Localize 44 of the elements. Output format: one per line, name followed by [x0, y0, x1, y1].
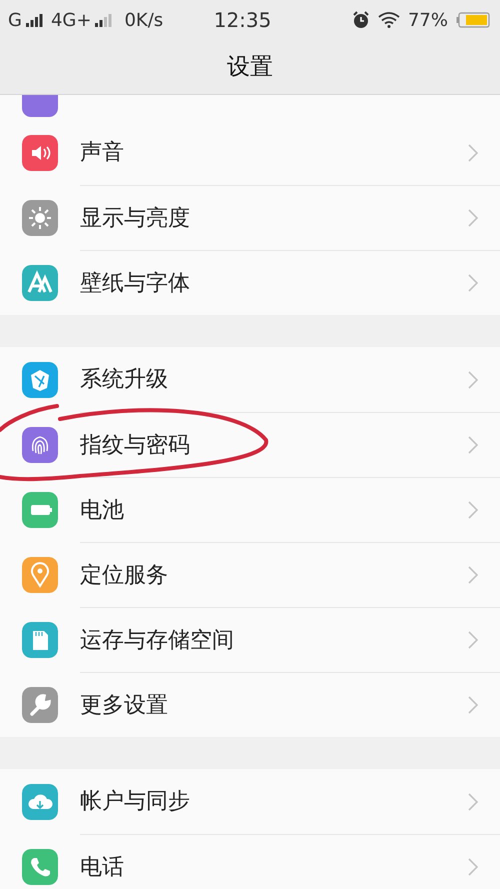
item-label: 帐户与同步 — [80, 788, 190, 816]
chevron-icon — [468, 436, 478, 454]
chevron-icon — [468, 696, 478, 714]
alarm-icon — [352, 11, 370, 29]
battery-icon — [456, 12, 490, 28]
item-label: 更多设置 — [80, 692, 168, 720]
carrier-text: G — [8, 8, 22, 32]
clock-text: 12:35 — [212, 7, 272, 34]
settings-item[interactable]: 壁纸与字体 — [0, 250, 500, 315]
item-label: 定位服务 — [80, 562, 168, 590]
chevron-icon — [468, 858, 478, 876]
item-label: 电池 — [80, 496, 124, 524]
speed-text: 0K/s — [124, 8, 164, 32]
battery-text: 77% — [408, 8, 448, 32]
page-title: 设置 — [227, 52, 273, 82]
item-label: 声音 — [80, 139, 124, 167]
chevron-icon — [468, 144, 478, 162]
settings-item[interactable]: 电话 — [0, 834, 500, 889]
signal-icon — [26, 13, 43, 27]
settings-item[interactable]: 帐户与同步 — [0, 769, 500, 834]
settings-item[interactable]: 指纹与密码 — [0, 412, 500, 477]
settings-item[interactable]: 更多设置 — [0, 672, 500, 737]
settings-item[interactable]: 运存与存储空间 — [0, 607, 500, 672]
chevron-icon — [468, 274, 478, 292]
settings-item[interactable]: 电池 — [0, 477, 500, 542]
chevron-icon — [468, 566, 478, 584]
settings-item[interactable]: 显示与亮度 — [0, 185, 500, 250]
settings-item[interactable]: 系统升级 — [0, 347, 500, 412]
chevron-icon — [468, 370, 478, 388]
settings-item[interactable]: 定位服务 — [0, 542, 500, 607]
chevron-icon — [468, 501, 478, 519]
item-label: 显示与亮度 — [80, 204, 190, 232]
wifi-icon — [378, 12, 400, 28]
signal-icon — [95, 13, 112, 27]
item-label: 运存与存储空间 — [80, 626, 234, 654]
item-label: 系统升级 — [80, 366, 168, 394]
chevron-icon — [468, 792, 478, 810]
item-label: 电话 — [80, 854, 124, 882]
network-text: 4G+ — [50, 8, 92, 32]
item-label: 指纹与密码 — [80, 432, 190, 460]
chevron-icon — [468, 631, 478, 649]
settings-item[interactable]: 声音 — [0, 120, 500, 185]
item-label: 壁纸与字体 — [80, 270, 190, 298]
chevron-icon — [468, 209, 478, 227]
